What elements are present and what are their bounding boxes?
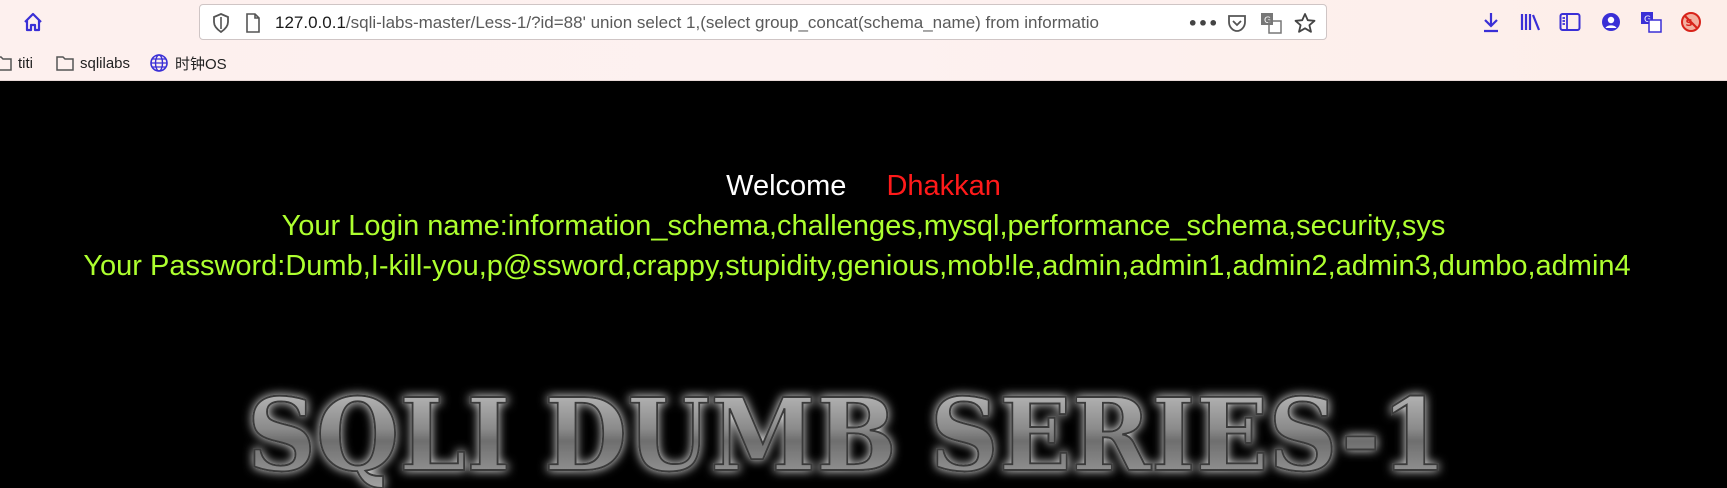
noscript-icon[interactable]: S xyxy=(1677,8,1705,36)
library-icon[interactable] xyxy=(1517,8,1545,36)
welcome-text: Welcome xyxy=(726,170,847,202)
url-host: 127.0.0.1 xyxy=(275,13,346,32)
sidebar-edge-icon[interactable] xyxy=(0,8,16,36)
bookmark-sqlilabs[interactable]: sqlilabs xyxy=(56,52,130,74)
bookmark-clock-os[interactable]: 时钟OS xyxy=(149,52,227,74)
folder-icon xyxy=(0,56,12,71)
sidebar-icon[interactable] xyxy=(1556,8,1584,36)
bookmark-label: titi xyxy=(18,54,33,72)
folder-icon xyxy=(56,56,74,71)
user-name: Dhakkan xyxy=(886,170,1001,202)
series-banner: SQLI DUMB SERIES-1 xyxy=(246,375,1448,488)
bookmarks-toolbar: titi sqlilabs 时钟OS xyxy=(0,44,1727,81)
page-icon[interactable] xyxy=(240,10,266,36)
bookmark-titi[interactable]: titi xyxy=(0,52,33,74)
globe-icon xyxy=(150,54,168,72)
download-icon[interactable] xyxy=(1477,8,1505,36)
login-name-result: Your Login name:information_schema,chall… xyxy=(281,210,1446,242)
url-path: /sqli-labs-master/Less-1/?id=88' union s… xyxy=(345,13,1099,32)
welcome-line: Welcome Dhakkan xyxy=(0,168,1727,204)
address-bar[interactable]: 127.0.0.1/sqli-labs-master/Less-1/?id=88… xyxy=(199,4,1327,40)
bookmark-label: 时钟OS xyxy=(175,55,227,73)
pocket-icon[interactable] xyxy=(1224,10,1250,36)
page-content: Welcome Dhakkan Your Login name:informati… xyxy=(0,82,1727,488)
shield-icon[interactable] xyxy=(208,10,234,36)
banner-text: SQLI DUMB SERIES-1 xyxy=(247,376,1447,488)
star-icon[interactable] xyxy=(1292,10,1318,36)
url-text[interactable]: 127.0.0.1/sqli-labs-master/Less-1/?id=88… xyxy=(275,12,1183,34)
home-icon[interactable] xyxy=(19,8,47,36)
translate-extension-icon[interactable]: G xyxy=(1637,8,1665,36)
password-result: Your Password:Dumb,I-kill-you,p@ssword,c… xyxy=(83,250,1631,282)
more-label: ••• xyxy=(1187,13,1219,33)
account-icon[interactable] xyxy=(1597,8,1625,36)
more-icon[interactable]: ••• xyxy=(1187,10,1219,36)
browser-toolbar: 127.0.0.1/sqli-labs-master/Less-1/?id=88… xyxy=(0,0,1727,44)
bookmark-label: sqlilabs xyxy=(80,54,131,72)
translate-icon[interactable]: G xyxy=(1258,10,1284,36)
